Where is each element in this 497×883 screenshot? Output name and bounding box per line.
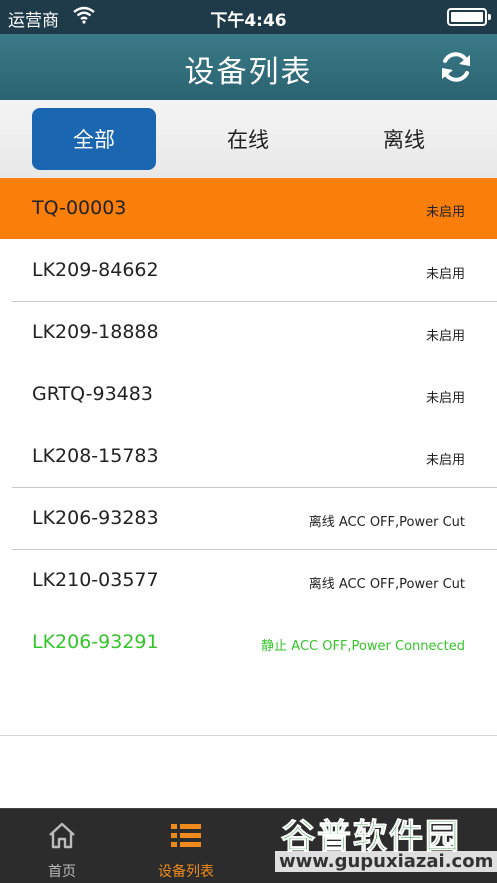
device-name: LK206-93283 xyxy=(32,507,159,529)
device-row[interactable]: LK206-93291 静止 ACC OFF,Power Connected xyxy=(0,612,497,674)
tab-home[interactable]: 首页 xyxy=(0,809,124,883)
device-status: 离线 ACC OFF,Power Cut xyxy=(308,577,465,592)
device-name: LK208-15783 xyxy=(32,445,159,467)
segment-online[interactable]: 在线 xyxy=(186,108,310,170)
device-row[interactable]: LK206-93283 离线 ACC OFF,Power Cut xyxy=(0,488,497,550)
device-name: LK209-84662 xyxy=(32,259,159,281)
device-name: GRTQ-93483 xyxy=(32,383,153,405)
segment-offline[interactable]: 离线 xyxy=(342,108,466,170)
status-bar: 运营商 下午4:46 xyxy=(0,0,497,34)
watermark-url: www.gupuxiazai.com xyxy=(275,851,497,872)
watermark: 谷普软件园 www.gupuxiazai.com xyxy=(271,809,497,879)
page-title: 设备列表 xyxy=(184,55,313,90)
device-row[interactable]: LK208-15783 未启用 xyxy=(0,426,497,488)
device-status: 未启用 xyxy=(425,391,465,406)
device-row[interactable]: LK209-18888 未启用 xyxy=(0,302,497,364)
device-status: 未启用 xyxy=(425,205,465,220)
device-name: TQ-00003 xyxy=(32,197,127,219)
device-status: 未启用 xyxy=(425,267,465,282)
refresh-icon[interactable] xyxy=(437,48,475,86)
device-row[interactable]: LK210-03577 离线 ACC OFF,Power Cut xyxy=(0,550,497,612)
tab-home-label: 首页 xyxy=(48,864,76,880)
device-status: 未启用 xyxy=(425,453,465,468)
list-end-divider xyxy=(0,735,497,736)
device-row[interactable]: TQ-00003 未启用 xyxy=(0,178,497,240)
device-name: LK206-93291 xyxy=(32,631,159,653)
device-status: 未启用 xyxy=(425,329,465,344)
tab-device-list-label: 设备列表 xyxy=(158,864,214,880)
device-list: TQ-00003 未启用 LK209-84662 未启用 LK209-18888… xyxy=(0,178,497,674)
filter-segmented-control: 全部 在线 离线 xyxy=(0,100,497,178)
tab-device-list[interactable]: 设备列表 xyxy=(124,809,248,883)
segment-all[interactable]: 全部 xyxy=(32,108,156,170)
home-icon xyxy=(49,822,75,849)
device-name: LK210-03577 xyxy=(32,569,159,591)
device-status: 离线 ACC OFF,Power Cut xyxy=(308,515,465,530)
battery-icon xyxy=(447,8,491,26)
list-icon xyxy=(171,824,201,847)
nav-bar: 设备列表 xyxy=(0,34,497,100)
device-row[interactable]: GRTQ-93483 未启用 xyxy=(0,364,497,426)
device-status: 静止 ACC OFF,Power Connected xyxy=(261,639,465,654)
device-row[interactable]: LK209-84662 未启用 xyxy=(0,240,497,302)
clock: 下午4:46 xyxy=(210,11,287,31)
device-name: LK209-18888 xyxy=(32,321,159,343)
